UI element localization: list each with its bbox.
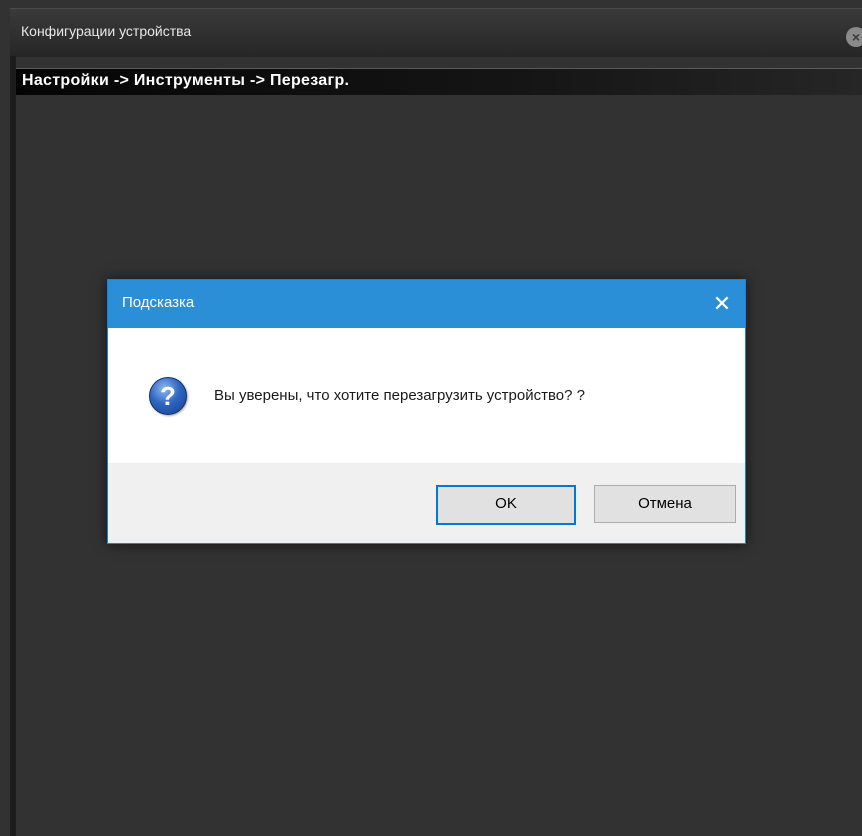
dialog-close-icon[interactable]: ✕ <box>708 290 736 318</box>
window-titlebar: Конфигурации устройства × <box>10 8 862 57</box>
dialog-title: Подсказка <box>122 294 195 311</box>
device-config-window: Конфигурации устройства × Настройки -> И… <box>0 0 862 836</box>
dialog-titlebar: Подсказка ✕ <box>108 280 745 328</box>
cancel-button[interactable]: Отмена <box>594 485 736 523</box>
breadcrumb: Настройки -> Инструменты -> Перезагр. <box>16 68 862 96</box>
window-close-icon[interactable]: × <box>846 27 862 47</box>
confirm-dialog: Подсказка ✕ ? Вы уверены, что хотите пер… <box>107 279 746 544</box>
dialog-message: Вы уверены, что хотите перезагрузить уст… <box>214 387 585 404</box>
window-title: Конфигурации устройства <box>21 23 192 39</box>
dialog-body: ? Вы уверены, что хотите перезагрузить у… <box>108 328 745 463</box>
question-icon: ? <box>149 377 187 415</box>
ok-button[interactable]: OK <box>436 485 576 525</box>
breadcrumb-text: Настройки -> Инструменты -> Перезагр. <box>22 72 350 89</box>
